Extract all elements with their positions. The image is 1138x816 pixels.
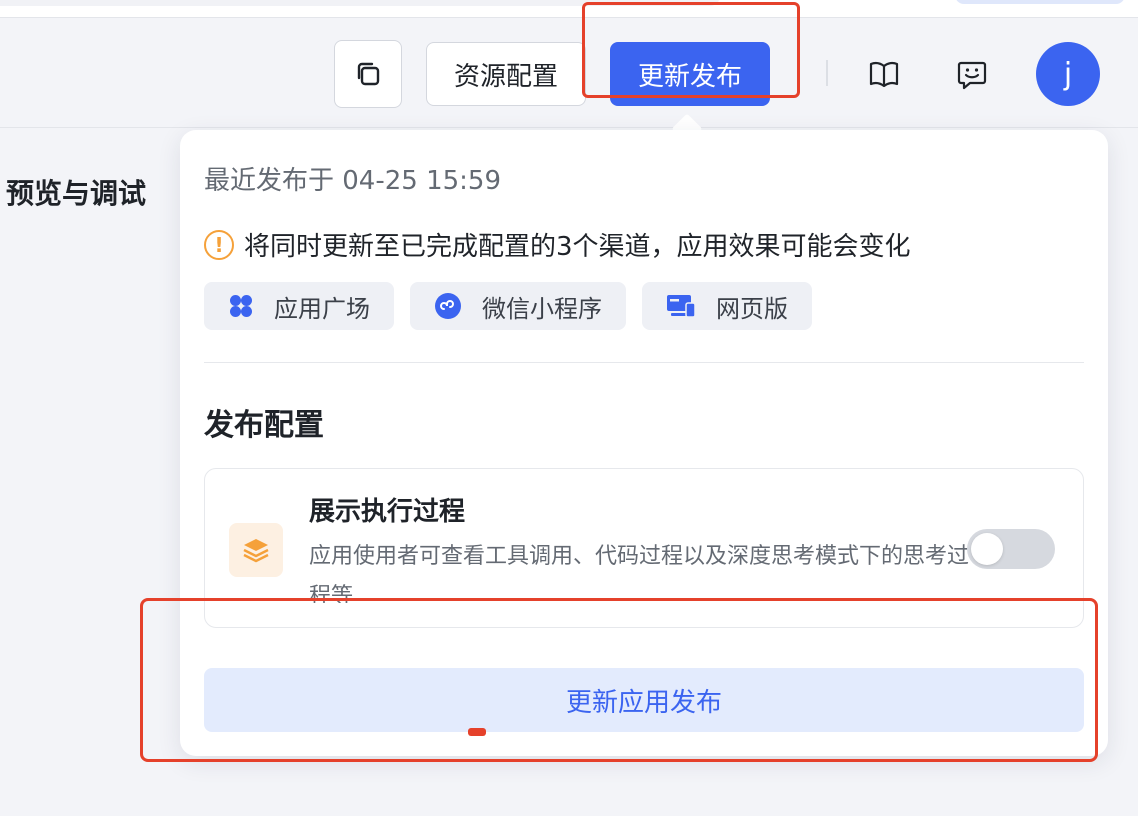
channel-list: 应用广场 微信小程序 网页版 <box>204 282 812 330</box>
docs-button[interactable] <box>864 54 904 94</box>
preview-debug-title: 预览与调试 <box>6 177 147 210</box>
copy-icon <box>357 62 380 86</box>
channel-chip-web: 网页版 <box>642 282 812 330</box>
warning-text: 将同时更新至已完成配置的3个渠道，应用效果可能会变化 <box>244 232 911 262</box>
channel-label: 网页版 <box>716 294 788 323</box>
user-avatar[interactable]: j <box>1036 42 1100 106</box>
resource-config-button[interactable]: 资源配置 <box>426 42 586 106</box>
config-item-description: 应用使用者可查看工具调用、代码过程以及深度思考模式下的思考过程等 <box>309 544 969 603</box>
config-item-name: 展示执行过程 <box>309 497 466 527</box>
top-right-pill <box>955 0 1125 4</box>
smile-message-icon <box>957 61 987 90</box>
feedback-button[interactable] <box>952 54 992 94</box>
channel-label: 应用广场 <box>274 294 370 323</box>
channel-label: 微信小程序 <box>482 294 602 323</box>
book-icon <box>869 61 899 88</box>
update-app-publish-button[interactable]: 更新应用发布 <box>204 668 1084 732</box>
copy-button[interactable] <box>334 40 402 108</box>
show-process-toggle[interactable] <box>967 529 1055 569</box>
toggle-knob <box>971 533 1003 565</box>
monitor-icon <box>667 295 696 318</box>
clover-grid-icon <box>230 295 252 317</box>
header-toolbar: 资源配置 更新发布 j <box>0 18 1138 128</box>
last-published-time: 最近发布于 04-25 15:59 <box>204 166 502 196</box>
top-left-pill <box>0 0 720 6</box>
publish-popover: 最近发布于 04-25 15:59 ! 将同时更新至已完成配置的3个渠道，应用效… <box>180 130 1108 756</box>
channel-chip-wechat-mini: 微信小程序 <box>410 282 626 330</box>
warning-circle-icon: ! <box>204 229 234 260</box>
mini-program-icon <box>435 293 461 319</box>
publish-update-button[interactable]: 更新发布 <box>610 42 770 106</box>
config-card-show-process: 展示执行过程 应用使用者可查看工具调用、代码过程以及深度思考模式下的思考过程等 <box>204 468 1084 628</box>
layers-icon-badge <box>229 523 283 577</box>
publish-config-title: 发布配置 <box>204 408 324 443</box>
section-divider <box>204 362 1084 363</box>
top-strip <box>0 0 1138 18</box>
publish-warning: ! 将同时更新至已完成配置的3个渠道，应用效果可能会变化 <box>204 226 911 263</box>
layers-icon <box>243 539 269 563</box>
channel-chip-app-square: 应用广场 <box>204 282 394 330</box>
toolbar-divider <box>826 60 828 86</box>
annotation-tick <box>468 728 486 736</box>
